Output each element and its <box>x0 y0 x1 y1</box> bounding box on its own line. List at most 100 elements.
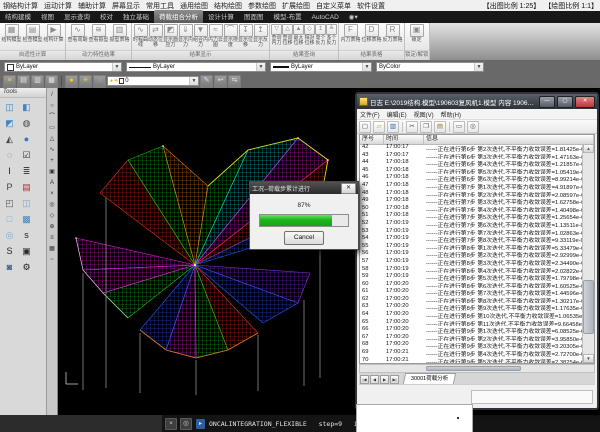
header-msg[interactable]: 信息 <box>424 135 594 144</box>
draw-tool-icon-1[interactable]: ○ <box>48 101 57 112</box>
rect-pair-icon[interactable]: ◫ <box>19 196 35 211</box>
ribbon-tab-6[interactable]: 设计计算 <box>203 10 239 23</box>
tab-nav-icon-1[interactable]: ◀ <box>370 375 379 384</box>
log-row-67[interactable]: 6717:00:20------正在进行第9步 第2次迭代,不平衡力收敛误差=3… <box>360 334 583 342</box>
ribbon-tab-4[interactable]: 独立基础 <box>118 10 154 23</box>
ribbon-tab-7[interactable]: 图面图 <box>239 10 269 23</box>
command-line[interactable]: × ◎ ▸ ONCALINTEGRATION_FLEXIBLE step=9 i… <box>0 415 600 432</box>
sphere-solid-icon[interactable]: ● <box>19 132 35 147</box>
style-s-icon[interactable]: S <box>2 244 18 259</box>
chevron-down-icon[interactable]: ▼ <box>256 63 265 71</box>
plot-style-combo[interactable]: ByColor ▼ <box>376 62 484 72</box>
linetype-combo[interactable]: ByLayer ▼ <box>126 62 266 72</box>
cancel-button[interactable]: Cancel <box>284 231 324 245</box>
draw-tool-icon-2[interactable]: ⌒ <box>48 112 57 123</box>
cylinder-icon[interactable]: ◎ <box>2 228 18 243</box>
log-row-47[interactable]: 4717:00:18------正在进行第7步 第1次迭代,不平衡力收敛误差=4… <box>360 182 583 190</box>
chevron-down-icon[interactable]: ▼ <box>474 63 483 71</box>
lineweight-combo[interactable]: ByLayer ▼ <box>270 62 372 72</box>
log-row-46[interactable]: 4617:00:18------正在进行第6步 第6次迭代,不平衡力收敛误差=8… <box>360 174 583 182</box>
tab-nav-icon-3[interactable]: ▶| <box>390 375 399 384</box>
horizontal-scrollbar[interactable] <box>359 364 595 373</box>
log-row-62[interactable]: 6217:00:20------正在进行第8步 第8次迭代,不平衡力收敛误差=1… <box>360 296 583 304</box>
ribbon-button-2-3[interactable]: ⇓显示内力 <box>178 24 193 49</box>
search-box-icon[interactable]: ◙ <box>2 260 18 275</box>
menu-item-0[interactable]: 钢结构计算 <box>0 1 41 11</box>
new-doc-icon[interactable]: ▢ <box>359 121 371 133</box>
draw-tool-icon-10[interactable]: ◎ <box>48 200 57 211</box>
box-top-icon[interactable]: ◩ <box>2 116 18 131</box>
log-row-58[interactable]: 5817:00:19------正在进行第8步 第4次迭代,不平衡力收敛误差=2… <box>360 266 583 274</box>
lock-icon[interactable]: ▣ <box>19 244 35 259</box>
ribbon-button-0-0[interactable]: ▦结构模型 <box>1 24 22 43</box>
log-row-65[interactable]: 6517:00:20------正在进行第8步 第11次迭代,不平衡力收敛误差=… <box>360 319 583 327</box>
chevron-down-icon[interactable]: ▼ <box>362 63 371 71</box>
ribbon-tab-10[interactable]: ◉▾ <box>344 12 363 23</box>
ribbon-button-5-0[interactable]: ▣锁定 <box>406 24 427 43</box>
log-menu-1[interactable]: 编辑(E) <box>387 110 407 119</box>
style-s-small-icon[interactable]: s <box>19 228 35 243</box>
menu-item-6[interactable]: 结构绘图 <box>211 1 245 11</box>
tab-nav-icon-2[interactable]: ▶ <box>380 375 389 384</box>
log-menu-3[interactable]: 帮助(H) <box>441 110 461 119</box>
unlock-icon[interactable]: ◌ <box>93 75 106 88</box>
chevron-down-icon[interactable]: ▼ <box>112 63 121 71</box>
log-row-50[interactable]: 5017:00:18------正在进行第7步 第4次迭代,不平衡力收敛误差=1… <box>360 205 583 213</box>
ribbon-button-2-0[interactable]: ∿时程曲线 <box>133 24 148 49</box>
ribbon-tab-8[interactable]: 模型-布置 <box>269 10 307 23</box>
draw-tool-icon-15[interactable]: ~ <box>48 255 57 266</box>
layer-properties-icon[interactable]: ≡ <box>3 75 16 88</box>
menu-item-4[interactable]: 常用工具 <box>143 1 177 11</box>
log-row-54[interactable]: 5417:00:19------正在进行第7步 第8次迭代,不平衡力收敛误差=9… <box>360 235 583 243</box>
log-sheet-tab[interactable]: 30001荷载分析 <box>403 373 457 384</box>
scroll-up-icon[interactable]: ▲ <box>583 144 594 153</box>
log-menu-0[interactable]: 文件(F) <box>360 110 380 119</box>
ribbon-button-1-2[interactable]: ▥振型表格 <box>109 24 130 43</box>
menu-item-7[interactable]: 参数绘图 <box>245 1 279 11</box>
log-row-55[interactable]: 5517:00:19------正在进行第8步 第1次迭代,不平衡力收敛误差=5… <box>360 243 583 251</box>
log-row-69[interactable]: 6917:00:21------正在进行第9步 第4次迭代,不平衡力收敛误差=2… <box>360 349 583 357</box>
header-no[interactable]: 序号 <box>360 135 384 144</box>
menu-item-2[interactable]: 辅助计算 <box>75 1 109 11</box>
maximize-icon[interactable]: ▢ <box>557 96 573 108</box>
ribbon-tab-0[interactable]: 结构建模 <box>0 10 36 23</box>
ribbon-button-4-1[interactable]: D位移表格 <box>361 24 382 43</box>
sun-icon[interactable]: ✳ <box>79 75 92 88</box>
menu-item-8[interactable]: 扩展绘图 <box>279 1 313 11</box>
draw-tool-icon-7[interactable]: ▣ <box>48 167 57 178</box>
log-row-49[interactable]: 4917:00:18------正在进行第7步 第3次迭代,不平衡力收敛误差=1… <box>360 197 583 205</box>
layers-icon[interactable]: ≣ <box>19 164 35 179</box>
menu-item-3[interactable]: 屏幕显示 <box>109 1 143 11</box>
close-icon[interactable]: ✕ <box>341 183 356 194</box>
customize-icon[interactable]: ◎ <box>180 418 192 430</box>
draw-tool-icon-4[interactable]: △ <box>48 134 57 145</box>
log-row-61[interactable]: 6117:00:20------正在进行第8步 第7次迭代,不平衡力收敛误差=1… <box>360 288 583 296</box>
ribbon-button-0-1[interactable]: ▤检查模型 <box>22 24 43 43</box>
ribbon-button-3-5[interactable]: ≙多个反力 <box>326 24 337 47</box>
chevron-down-icon[interactable]: ▼ <box>189 77 198 85</box>
ribbon-button-3-4[interactable]: ↥单个反力 <box>315 24 326 47</box>
sphere-wire-icon[interactable]: ◍ <box>19 116 35 131</box>
ribbon-tab-2[interactable]: 显示查询 <box>59 10 95 23</box>
draw-tool-icon-3[interactable]: ▭ <box>48 123 57 134</box>
ribbon-button-2-2[interactable]: ◩显示面应力 <box>163 24 178 49</box>
ribbon-button-0-2[interactable]: ▶结构计算 <box>43 24 64 43</box>
header-time[interactable]: 时间 <box>384 135 424 144</box>
color-combo[interactable]: ByLayer ▼ <box>4 62 122 72</box>
ribbon-tab-9[interactable]: AutoCAD <box>307 13 344 23</box>
menu-item-5[interactable]: 通用绘图 <box>177 1 211 11</box>
draw-tool-icon-9[interactable]: × <box>48 189 57 200</box>
open-folder-icon[interactable]: ▱ <box>373 121 385 133</box>
ribbon-tab-5[interactable]: 荷载组合分析 <box>154 10 203 23</box>
ribbon-button-1-0[interactable]: ∿查看周期 <box>67 24 88 43</box>
ribbon-button-2-8[interactable]: ↥显示反力 <box>253 24 268 49</box>
draw-tool-icon-6[interactable]: + <box>48 156 57 167</box>
ribbon-button-2-4[interactable]: ▼组合内力 <box>193 24 208 49</box>
log-row-56[interactable]: 5617:00:19------正在进行第8步 第2次迭代,不平衡力收敛误差=2… <box>360 250 583 258</box>
draw-tool-icon-13[interactable]: ≡ <box>48 233 57 244</box>
log-row-45[interactable]: 4517:00:18------正在进行第6步 第5次迭代,不平衡力收敛误差=1… <box>360 167 583 175</box>
ribbon-tab-1[interactable]: 视图 <box>36 10 59 23</box>
log-row-60[interactable]: 6017:00:20------正在进行第8步 第6次迭代,不平衡力收敛误差=1… <box>360 281 583 289</box>
log-row-64[interactable]: 6417:00:20------正在进行第8步 第10次迭代,不平衡力收敛误差=… <box>360 311 583 319</box>
print-icon[interactable]: ▭ <box>453 121 465 133</box>
